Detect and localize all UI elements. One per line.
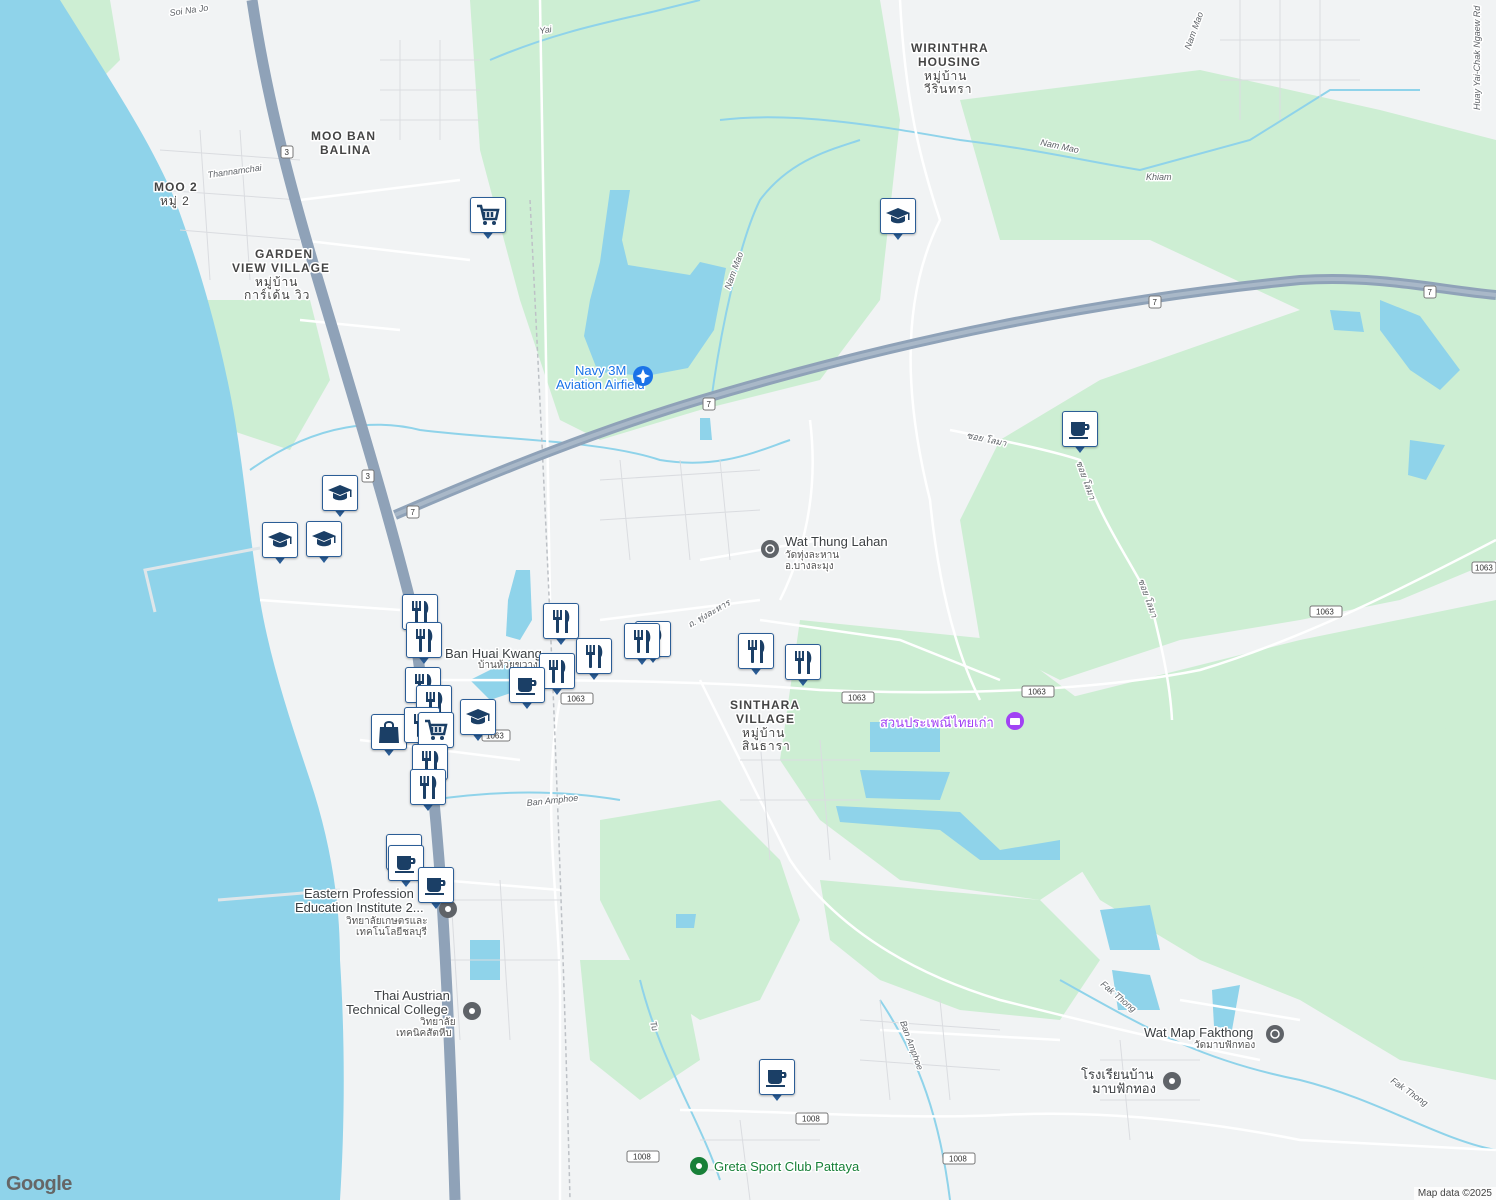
svg-text:1063: 1063 [1316, 608, 1334, 617]
area-label-sinthara: SINTHARA [730, 698, 800, 712]
svg-text:1008: 1008 [949, 1155, 967, 1164]
restaurant-marker[interactable] [738, 633, 774, 679]
place-label-wat-thung-lahan: Wat Thung Lahan [785, 534, 888, 549]
route-shield: 1063 [1309, 605, 1343, 618]
route-shield: 7 [406, 505, 420, 519]
area-label-moo2: หมู่ 2 [160, 194, 190, 209]
route-shield: 1008 [626, 1150, 660, 1163]
area-label-garden: GARDEN [255, 247, 313, 261]
route-shield: 3 [280, 145, 294, 159]
place-label-navy-airfield: Navy 3M [575, 363, 626, 378]
place-label-greta-sport: Greta Sport Club Pattaya [714, 1159, 860, 1174]
area-label-moo-ban: MOO BAN [311, 129, 376, 143]
restaurant-marker[interactable] [624, 623, 660, 669]
area-label-sinthara: สินธารา [742, 739, 791, 753]
airport-icon [633, 366, 653, 386]
area-label-wirinthra: WIRINTHRA [911, 41, 989, 55]
place-label-wat-thung-lahan: วัดทุ่งละหาน [785, 550, 839, 561]
camera-icon [1006, 712, 1024, 730]
area-label-wirinthra: วีรินทรา [924, 82, 973, 96]
route-shield: 1063 [841, 691, 875, 704]
place-label-school-map-fakthong: โรงเรียนบ้าน [1081, 1067, 1154, 1082]
cafe-marker[interactable] [1062, 411, 1098, 457]
temple-icon [1266, 1025, 1284, 1043]
svg-text:7: 7 [411, 508, 416, 517]
place-label-suan-prapeni: สวนประเพณีไทยเก่า [880, 715, 994, 730]
road-label-khiam: Khiam [1146, 172, 1172, 182]
place-label-thai-austrian: Thai Austrian [374, 988, 450, 1003]
svg-text:1063: 1063 [1028, 688, 1046, 697]
road-label-huay-yai: Huay Yai-Chak Ngaew Rd [1472, 5, 1482, 110]
area-label-sinthara: VILLAGE [736, 712, 795, 726]
restaurant-marker[interactable] [576, 638, 612, 684]
restaurant-marker[interactable] [543, 603, 579, 649]
area-label-moo2: MOO 2 [154, 180, 198, 194]
svg-text:1008: 1008 [802, 1115, 820, 1124]
area-label-garden: การ์เด้น วิว [244, 288, 310, 302]
area-label-balina: BALINA [320, 143, 371, 157]
cafe-marker[interactable] [759, 1059, 795, 1105]
route-shield: 1063 [1471, 561, 1496, 574]
school-marker[interactable] [880, 198, 916, 244]
school-marker[interactable] [322, 475, 358, 521]
place-label-wat-map-fakthong: วัดมาบฟักทอง [1194, 1040, 1255, 1051]
svg-text:1008: 1008 [633, 1153, 651, 1162]
school-icon [463, 1002, 481, 1020]
place-label-eastern-college: วิทยาลัยเกษตรและ [346, 916, 428, 927]
google-logo: Google [6, 1173, 72, 1195]
temple-icon [761, 540, 779, 558]
cafe-marker[interactable] [418, 867, 454, 913]
shopping-cart-marker[interactable] [470, 197, 506, 243]
route-shield: 7 [702, 397, 716, 411]
cafe-marker[interactable] [509, 667, 545, 713]
school-icon [1163, 1072, 1181, 1090]
place-label-eastern-college: เทคโนโลยีชลบุรี [356, 925, 428, 938]
area-label-garden: VIEW VILLAGE [232, 261, 330, 275]
place-label-wat-thung-lahan: อ.บางละมุง [785, 561, 834, 572]
school-marker[interactable] [460, 699, 496, 745]
svg-text:3: 3 [285, 148, 290, 157]
shopping-bag-marker[interactable] [371, 714, 407, 760]
restaurant-marker[interactable] [406, 622, 442, 668]
place-label-thai-austrian: Technical College [346, 1002, 448, 1017]
place-label-ban-huai-kwang: Ban Huai Kwang [445, 646, 542, 661]
restaurant-marker[interactable] [785, 644, 821, 690]
route-shield: 1063 [1021, 685, 1055, 698]
place-label-school-map-fakthong: มาบฟักทอง [1092, 1081, 1156, 1096]
route-shield: 7 [1423, 285, 1437, 299]
place-label-thai-austrian: เทคนิคสัตหีบ [396, 1027, 452, 1039]
svg-text:1063: 1063 [848, 694, 866, 703]
restaurant-marker[interactable] [410, 769, 446, 815]
school-marker[interactable] [306, 521, 342, 567]
place-label-eastern-college: Education Institute 2... [295, 900, 424, 915]
route-shield: 1008 [795, 1112, 829, 1125]
map-canvas[interactable]: 3 3 7 7 7 7 1063 1063 1063 1063 1063 106… [0, 0, 1496, 1200]
svg-text:7: 7 [1428, 288, 1433, 297]
route-shield: 1008 [942, 1152, 976, 1165]
route-shield: 7 [1148, 295, 1162, 309]
svg-text:7: 7 [1153, 298, 1158, 307]
place-label-navy-airfield: Aviation Airfield [556, 377, 645, 392]
sport-icon [690, 1157, 708, 1175]
svg-text:1063: 1063 [1475, 564, 1493, 573]
svg-text:3: 3 [366, 472, 371, 481]
map-attribution[interactable]: Map data ©2025 [1413, 1187, 1496, 1200]
place-label-wat-map-fakthong: Wat Map Fakthong [1144, 1025, 1253, 1040]
area-label-wirinthra: HOUSING [918, 55, 981, 69]
school-marker[interactable] [262, 522, 298, 568]
route-shield: 3 [361, 469, 375, 483]
svg-text:7: 7 [707, 400, 712, 409]
place-label-thai-austrian: วิทยาลัย [420, 1017, 456, 1028]
